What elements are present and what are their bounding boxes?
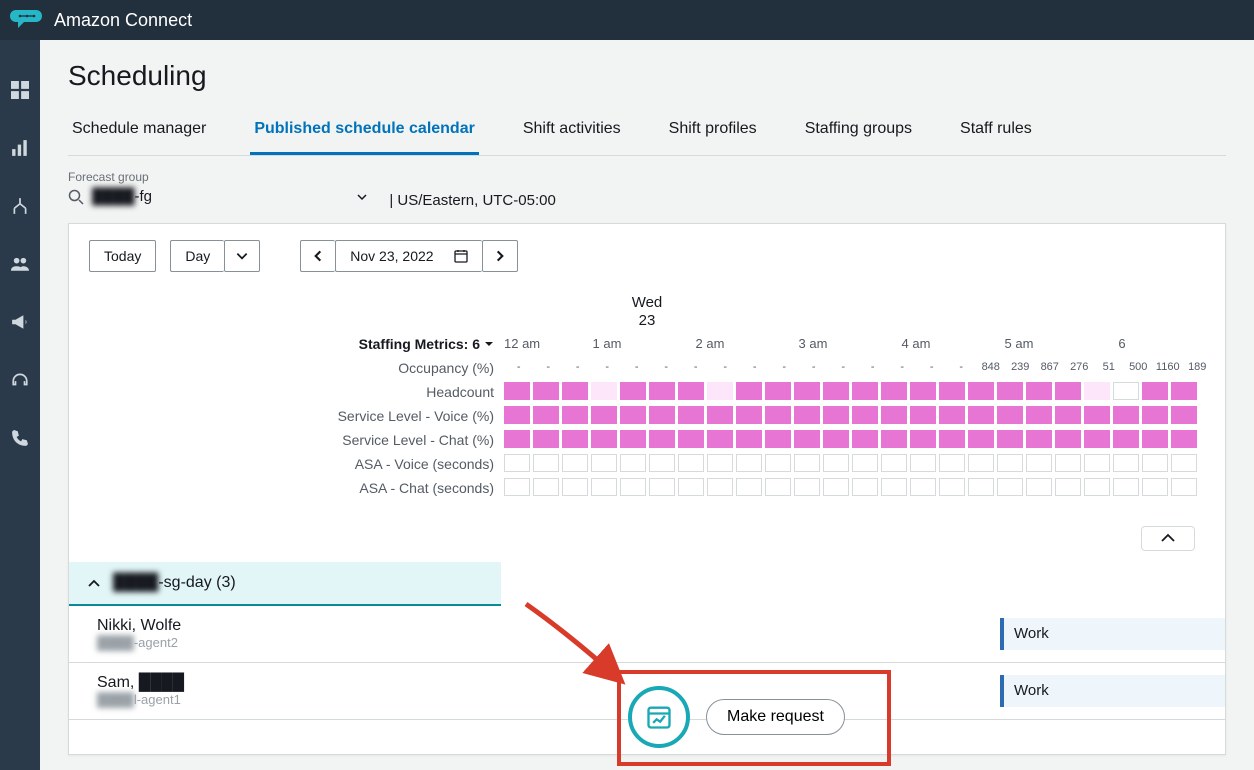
app-name: Amazon Connect: [54, 10, 192, 31]
time-ruler: 12 am1 am2 am3 am4 am5 am6: [504, 336, 1225, 356]
asa-chat-row: [504, 474, 1225, 498]
calendar-toolbar: Today Day Nov 23, 2022: [69, 224, 1225, 288]
date-nav: Nov 23, 2022: [300, 240, 517, 272]
make-request-callout: Make request: [628, 686, 845, 748]
tab-schedule-manager[interactable]: Schedule manager: [68, 110, 210, 155]
page-title: Scheduling: [68, 60, 1226, 92]
chevron-up-icon: [1160, 533, 1176, 543]
staffing-group-header[interactable]: ████-sg-day (3): [69, 562, 501, 606]
metric-occupancy-label: Occupancy (%): [398, 356, 494, 380]
date-picker-button[interactable]: Nov 23, 2022: [335, 240, 481, 272]
tab-staffing-groups[interactable]: Staffing groups: [801, 110, 916, 155]
nav-users-icon[interactable]: [10, 254, 30, 274]
search-icon: [68, 189, 84, 205]
chevron-down-icon: [356, 191, 368, 203]
nav-announce-icon[interactable]: [10, 312, 30, 332]
asa-voice-row: [504, 450, 1225, 474]
forecast-group-value-redacted: ████: [92, 188, 135, 205]
forecast-group-row: Forecast group ████-fg | US/Eastern, UTC…: [68, 170, 1226, 209]
forecast-group-label: Forecast group: [68, 170, 1226, 184]
metric-asa-voice-label: ASA - Voice (seconds): [355, 452, 494, 476]
date-header: Wed 23: [69, 294, 1225, 330]
metrics-grid: 12 am1 am2 am3 am4 am5 am6 -------------…: [504, 336, 1225, 516]
date-value: Nov 23, 2022: [350, 248, 433, 264]
chevron-down-icon: [235, 249, 249, 263]
calendar-chart-icon: [645, 703, 673, 731]
app-header: Amazon Connect: [0, 0, 1254, 40]
nav-phone-icon[interactable]: [10, 428, 30, 448]
agent-login-redacted: ████: [97, 635, 134, 650]
prev-day-button[interactable]: [300, 240, 335, 272]
agent-timeline[interactable]: Work: [501, 606, 1225, 662]
collapse-metrics-button[interactable]: [1141, 526, 1195, 551]
date-day: 23: [69, 312, 1225, 330]
make-request-button[interactable]: Make request: [706, 699, 845, 735]
agent-timeline[interactable]: Work: [501, 663, 1225, 719]
metric-headcount-label: Headcount: [426, 380, 494, 404]
make-request-icon-button[interactable]: [628, 686, 690, 748]
timezone-label: | US/Eastern, UTC-05:00: [389, 192, 555, 209]
app-logo-icon: [10, 8, 44, 32]
tab-bar: Schedule manager Published schedule cale…: [68, 110, 1226, 156]
today-button[interactable]: Today: [89, 240, 156, 272]
tab-shift-activities[interactable]: Shift activities: [519, 110, 625, 155]
metrics-header[interactable]: Staffing Metrics: 6: [359, 336, 494, 352]
agent-name: Nikki, Wolfe: [97, 617, 501, 635]
headcount-row: [504, 378, 1225, 402]
nav-analytics-icon[interactable]: [10, 138, 30, 158]
tab-published-calendar[interactable]: Published schedule calendar: [250, 110, 479, 155]
agent-row[interactable]: Nikki, Wolfe ████-agent2 Work: [69, 606, 1225, 663]
range-picker[interactable]: Day: [170, 240, 260, 272]
nav-headset-icon[interactable]: [10, 370, 30, 390]
calendar-card: Today Day Nov 23, 2022 Wed 23 S: [68, 223, 1226, 755]
occupancy-row: ----------------848239867276515001160189: [504, 356, 1225, 378]
chevron-left-icon: [311, 249, 325, 263]
next-day-button[interactable]: [482, 240, 518, 272]
chevron-up-icon: [87, 578, 101, 588]
caret-down-icon: [484, 339, 494, 349]
range-dropdown-button[interactable]: [224, 240, 260, 272]
calendar-icon: [454, 249, 468, 263]
date-dow: Wed: [69, 294, 1225, 312]
forecast-group-value-suffix: -fg: [135, 188, 153, 205]
range-value[interactable]: Day: [170, 240, 224, 272]
group-name-redacted: ████: [113, 574, 158, 592]
metric-sl-chat-label: Service Level - Chat (%): [342, 428, 494, 452]
main-content: Scheduling Schedule manager Published sc…: [40, 40, 1254, 770]
work-shift-bar[interactable]: Work: [1000, 675, 1225, 707]
agent-login-suffix: l-agent1: [134, 692, 181, 707]
work-shift-bar[interactable]: Work: [1000, 618, 1225, 650]
tab-shift-profiles[interactable]: Shift profiles: [665, 110, 761, 155]
sl-chat-row: [504, 426, 1225, 450]
metric-asa-chat-label: ASA - Chat (seconds): [359, 476, 494, 500]
nav-routing-icon[interactable]: [10, 196, 30, 216]
nav-dashboard-icon[interactable]: [10, 80, 30, 100]
metric-sl-voice-label: Service Level - Voice (%): [338, 404, 494, 428]
agent-login-suffix: -agent2: [134, 635, 178, 650]
forecast-group-select[interactable]: ████-fg: [68, 188, 368, 205]
tab-staff-rules[interactable]: Staff rules: [956, 110, 1036, 155]
metric-labels-col: Staffing Metrics: 6 Occupancy (%) Headco…: [69, 336, 504, 516]
sl-voice-row: [504, 402, 1225, 426]
left-nav: [0, 40, 40, 770]
staffing-metrics: Staffing Metrics: 6 Occupancy (%) Headco…: [69, 336, 1225, 516]
chevron-right-icon: [493, 249, 507, 263]
agent-name: Sam, ████: [97, 674, 501, 692]
group-name-suffix: -sg-day (3): [158, 574, 235, 592]
agent-login-redacted: ████: [97, 692, 134, 707]
